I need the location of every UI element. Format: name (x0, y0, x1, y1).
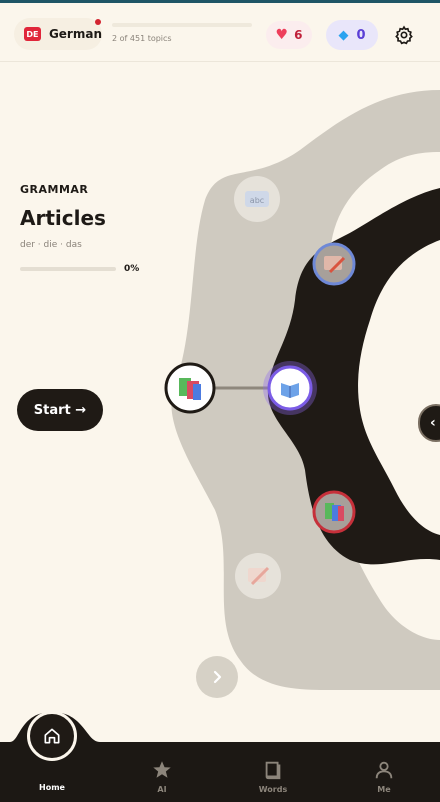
star-icon (132, 758, 192, 782)
nav-words[interactable]: Words (243, 758, 303, 794)
nav-me-label: Me (377, 785, 391, 794)
node-open-book[interactable] (263, 361, 317, 415)
language-selector[interactable]: DE German (14, 18, 102, 50)
topics-progress-text: 2 of 451 topics (112, 34, 172, 43)
topics-progress: 2 of 451 topics (112, 23, 252, 43)
settings-button[interactable] (392, 23, 416, 47)
lesson-title: Articles (20, 206, 106, 230)
nav-ai-label: AI (157, 785, 167, 794)
next-button[interactable] (196, 656, 238, 698)
node-abc[interactable]: abc (234, 176, 280, 222)
language-name: German (48, 27, 102, 41)
node-books-red[interactable] (312, 490, 356, 534)
gems-counter[interactable]: ◆ 0 (326, 20, 378, 50)
lesson-progress-percent: 0% (124, 264, 140, 274)
node-pencil-locked[interactable] (235, 553, 281, 599)
notification-dot (95, 19, 101, 25)
flag-icon: DE (24, 27, 41, 41)
hearts-counter[interactable]: ♥ 6 (266, 21, 312, 49)
gems-count: 0 (356, 27, 366, 43)
node-books-current[interactable] (164, 362, 216, 414)
lesson-category: GRAMMAR (20, 183, 89, 196)
top-bar: DE German 2 of 451 topics ♥ 6 ◆ 0 (0, 0, 440, 62)
person-icon (354, 758, 414, 782)
start-button[interactable]: Start → (17, 389, 103, 431)
nav-home[interactable]: Home (22, 780, 82, 792)
nav-ai[interactable]: AI (132, 758, 192, 794)
topics-progress-bar (112, 23, 252, 27)
lesson-subtitle: der · die · das (20, 240, 82, 250)
diamond-icon: ◆ (338, 27, 349, 43)
home-button[interactable] (27, 711, 77, 761)
svg-text:abc: abc (250, 196, 264, 205)
nav-home-label: Home (39, 783, 65, 792)
nav-me[interactable]: Me (354, 758, 414, 794)
heart-icon: ♥ (275, 27, 289, 43)
hearts-count: 6 (294, 28, 303, 42)
nav-words-label: Words (258, 785, 288, 794)
chevron-right-icon (213, 670, 222, 684)
chevron-left-icon: ‹ (430, 415, 436, 431)
lesson-progress-bar (20, 267, 116, 271)
node-pencil[interactable] (312, 242, 356, 286)
book-icon (243, 758, 303, 782)
home-icon (44, 728, 60, 744)
gear-icon (395, 25, 413, 45)
